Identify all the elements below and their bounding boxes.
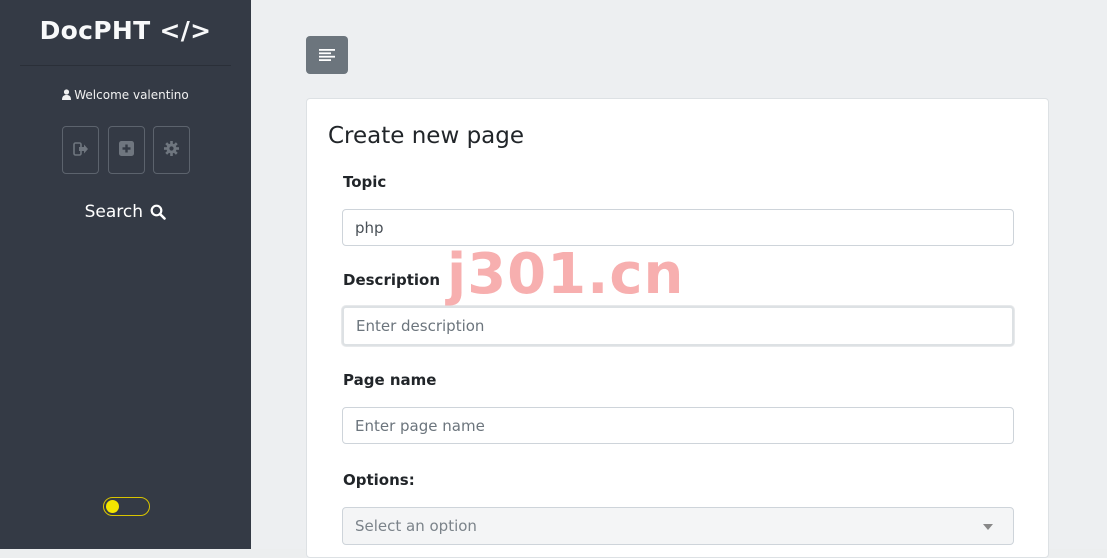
description-label: Description	[343, 271, 441, 289]
options-select[interactable]: Select an option	[342, 507, 1014, 545]
main-content: Create new page Topic Description Page n…	[251, 0, 1107, 558]
add-page-button[interactable]	[108, 126, 145, 174]
options-select-placeholder: Select an option	[355, 517, 477, 535]
user-icon	[62, 89, 72, 103]
chevron-down-icon	[983, 524, 993, 530]
create-page-card: Create new page Topic Description Page n…	[306, 98, 1049, 558]
page-name-label: Page name	[343, 371, 437, 389]
description-input[interactable]	[342, 306, 1014, 346]
toggle-knob	[106, 500, 119, 513]
sidebar-toggle-button[interactable]	[306, 36, 348, 74]
topic-label: Topic	[343, 173, 387, 191]
divider	[20, 65, 231, 66]
search-label: Search	[84, 202, 143, 222]
topic-input[interactable]	[342, 209, 1014, 246]
welcome-message: Welcome valentino	[0, 88, 251, 103]
logout-button[interactable]	[62, 126, 99, 174]
brand-title[interactable]: DocPHT </>	[0, 16, 251, 45]
welcome-text: Welcome valentino	[74, 88, 189, 102]
search-icon	[148, 202, 167, 222]
plus-square-icon	[119, 140, 134, 160]
search-link[interactable]: Search	[0, 202, 251, 222]
page-name-input[interactable]	[342, 407, 1014, 444]
page-title: Create new page	[328, 123, 525, 149]
settings-button[interactable]	[153, 126, 190, 174]
options-label: Options:	[343, 471, 415, 489]
sidebar: DocPHT </> Welcome valentino Search	[0, 0, 251, 549]
sign-out-icon	[72, 141, 89, 160]
gear-icon	[164, 140, 179, 160]
align-left-icon	[319, 46, 335, 65]
theme-toggle[interactable]	[103, 497, 150, 516]
